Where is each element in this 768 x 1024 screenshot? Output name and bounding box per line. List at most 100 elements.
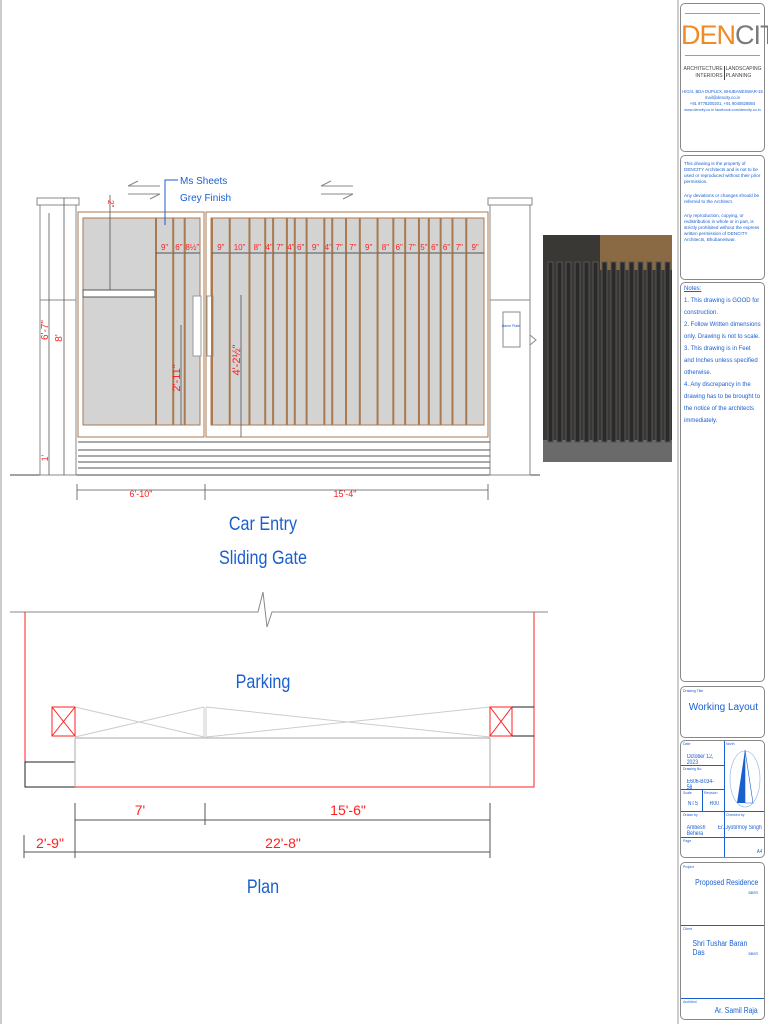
date-value: October 12, 2023 [686,754,714,766]
field-label: Date [683,742,691,746]
photo-gate-bar [574,261,581,443]
slat-width-label: 10" [234,243,246,252]
field-label: Drawn by [683,813,698,817]
photo-gate-bar [646,261,653,443]
scale-value: NTS [687,801,698,807]
slat-width-label: 4" [325,243,332,252]
slat-width-label: 4" [287,243,294,252]
page-size-value: A4 [756,849,762,855]
drawing-title: Working Layout [688,702,758,713]
slat-width-label: 6" [175,243,182,252]
photo-gate-bar [655,261,662,443]
project-name: Proposed Residence [694,878,758,887]
slat-width-label: 8½" [185,243,199,252]
pillar-footing [24,761,76,788]
slat-width-label: 6" [297,243,304,252]
field-label: Drawing No. [683,767,703,771]
photo-gate-bar [583,261,590,443]
field-label: Architect [683,1000,697,1004]
slat-width-label: 7" [408,243,415,252]
dim-total-height: 8' [54,334,65,342]
drawing-canvas: Name Plate 9" 6" 8½" 9" 10" 8" 4" 7" 4" 6" 9" 4" 7" 7… [0,0,679,1024]
note-item: 2. Follow Written dimensions only. Drawi… [684,322,761,340]
note-item: 3. This drawing is in Feet and Inches un… [684,346,758,376]
dim-base: 1' [40,454,50,461]
name-plate-label: Name Plate [502,324,520,328]
plan-dim-left: 7' [135,802,145,818]
plan-title: Plan [247,876,279,898]
disclaimer-block: This drawing is the property of DENCITY … [680,155,765,280]
reference-gate-photo [543,235,672,462]
dim-right-leaf: 15'-4" [334,489,357,499]
panel-break [82,289,156,298]
slat-width-label: 8" [254,243,261,252]
slat-width-label: 6" [431,243,438,252]
project-location: BBSR [748,891,758,895]
field-label: Client [683,927,692,931]
plan-dim-pillar: 2'-9" [36,835,64,851]
right-pillar [489,204,531,476]
right-pillar-cap [487,197,533,206]
slat-width-label: 5" [420,243,427,252]
left-pillar-cap [36,197,80,206]
field-label: Revision [704,791,718,795]
drawing-title-block: Drawing Title Working Layout [680,686,765,738]
field-label: Drawing Title [683,689,704,693]
checked-by-value: Er. Jyotirmoy Singh [718,825,762,831]
material-note-1: Ms Sheets [180,176,227,187]
column-right [489,706,513,737]
photo-gate-bar [601,261,608,443]
disclaimer-text: Any reproduction, copying, or redistribu… [684,213,760,242]
disclaimer-text: This drawing is the property of DENCITY … [684,161,761,184]
slat-width-label: 8" [382,243,389,252]
photo-gate-bar [610,261,617,443]
gate-handle [192,295,202,357]
drawing-info-block: Date October 12, 2023 Drawing No. E606-B… [680,740,765,858]
boundary-line [24,612,535,788]
client-location: BBSR [748,952,758,956]
revision-value: R00 [709,801,719,807]
column-left [51,706,76,737]
services-left: ARCHITECTURE INTERIORS [683,66,725,80]
north-arrow-icon [729,749,761,808]
slat-width-label: 9" [471,243,478,252]
notes-block: Notes: 1. This drawing is GOOD for const… [680,282,765,682]
material-note-2: Grey Finish [180,193,231,204]
drawing-sheet: Name Plate 9" 6" 8½" 9" 10" 8" 4" 7" 4" 6" 9" 4" 7" 7… [0,0,768,1024]
photo-gate-bar [556,261,563,443]
dim-pillar-height: 6'-7" [40,320,51,340]
elevation-title-1: Car Entry [229,513,297,535]
slat-width-label: 9" [161,243,168,252]
dim-handle-right: 4'-2½" [231,344,243,375]
note-item: 1. This drawing is GOOD for construction… [684,298,760,316]
architect-name: Ar. Samil Raja [714,1006,758,1015]
field-label: Checked by [726,813,745,817]
field-label: Scale [683,791,692,795]
slat-width-label: 9" [365,243,372,252]
gate-plan: Parking 7' 15'-6" 2'-9" 22'-8" Plan [10,591,548,898]
slat-width-label: 9" [217,243,224,252]
slat-width-label: 6" [443,243,450,252]
photo-gate-bar [637,261,644,443]
photo-gate-bar [565,261,572,443]
services-right: LANDSCAPING PLANNING [725,66,762,79]
drawn-by-value: Ambesh Behera [686,825,706,837]
photo-gate-bar [664,261,671,443]
firm-logo-block: DENCITY ARCHITECTURE INTERIORS LANDSCAPI… [680,3,768,152]
slat-width-label: 6" [396,243,403,252]
note-item: 4. Any discrepancy in the drawing has to… [684,382,761,424]
photo-gate-bar [628,261,635,443]
photo-gate-bar [619,261,626,443]
slat-width-label: 7" [456,243,463,252]
break-line [10,591,548,628]
notes-heading: Notes: [684,286,702,292]
parking-label: Parking [236,671,291,693]
project-block: Project Proposed Residence BBSR Client S… [680,862,765,1020]
dim-top: 2" [106,200,115,207]
firm-website[interactable]: www.dencity.co.in facebook.com/dencity.c… [681,107,764,113]
disclaimer-text: Any deviations or changes should be refe… [684,193,760,204]
gate-elevation: Name Plate 9" 6" 8½" 9" 10" 8" 4" 7" 4" 6" 9" 4" 7" 7… [10,176,540,568]
field-label: Project [683,865,694,869]
photo-gate-bar [547,261,554,443]
plan-dim-total: 22'-8" [265,835,301,851]
